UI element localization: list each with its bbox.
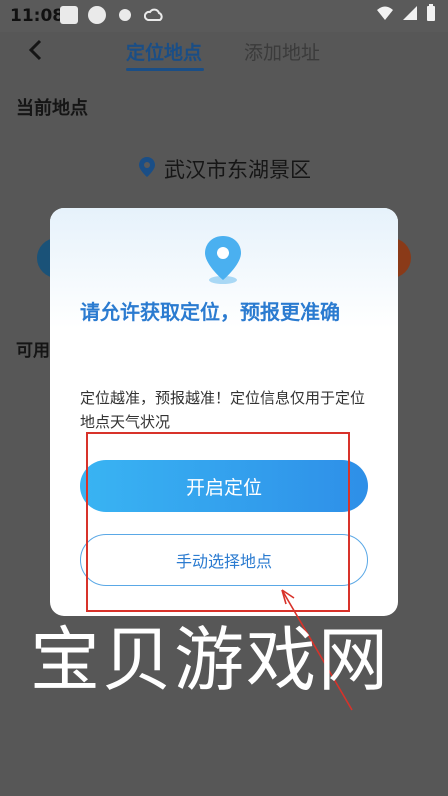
watermark-text: 宝贝游戏网 bbox=[30, 619, 390, 701]
status-right-group bbox=[376, 4, 436, 26]
header: 定位地点 添加地址 bbox=[0, 32, 448, 72]
weather-icon bbox=[116, 6, 134, 24]
back-icon[interactable] bbox=[26, 38, 46, 67]
current-location-row[interactable]: 武汉市东湖景区 bbox=[138, 154, 311, 184]
battery-icon bbox=[426, 4, 436, 26]
available-heading: 可用 bbox=[16, 341, 50, 361]
current-location-name: 武汉市东湖景区 bbox=[164, 158, 311, 182]
annotation-highlight-box bbox=[86, 432, 350, 612]
location-pin-icon bbox=[138, 156, 156, 182]
signal-icon bbox=[402, 5, 418, 25]
tab-add-address[interactable]: 添加地址 bbox=[244, 38, 320, 65]
tab-locate[interactable]: 定位地点 bbox=[126, 38, 202, 65]
current-location-heading: 当前地点 bbox=[16, 98, 88, 119]
wifi-icon bbox=[376, 5, 394, 25]
status-bar: 11:08 bbox=[0, 0, 448, 32]
dialog-title: 请允许获取定位，预报更准确 bbox=[80, 300, 340, 324]
dialog-description: 定位越准，预报越准！定位信息仅用于定位地点天气状况 bbox=[80, 389, 366, 431]
status-time: 11:08 bbox=[10, 6, 65, 26]
map-pin-icon bbox=[202, 234, 244, 290]
download-icon bbox=[88, 6, 106, 24]
tab-active-indicator bbox=[126, 68, 204, 71]
app-notification-icon bbox=[60, 6, 78, 24]
cloud-icon bbox=[143, 6, 163, 24]
